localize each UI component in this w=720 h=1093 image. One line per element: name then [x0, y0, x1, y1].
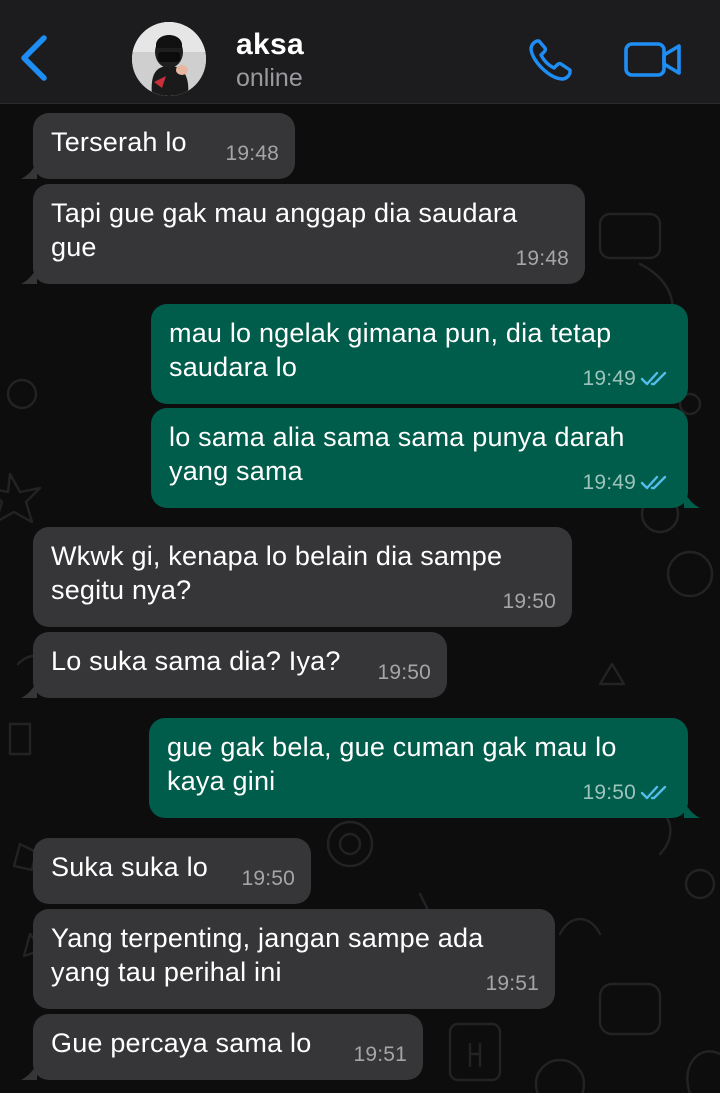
bubble-tail	[684, 802, 700, 818]
message-bubble-outgoing[interactable]: mau lo ngelak gimana pun, dia tetap saud…	[151, 304, 688, 404]
message-time: 19:48	[515, 247, 569, 270]
message-time: 19:50	[502, 590, 556, 613]
avatar-image	[132, 22, 206, 96]
message-bubble-incoming[interactable]: Tapi gue gak mau anggap dia saudara gue …	[21, 184, 585, 284]
video-camera-icon	[624, 42, 681, 77]
message-time: 19:50	[241, 867, 295, 890]
message-time: 19:50	[582, 781, 636, 804]
video-call-button[interactable]	[622, 38, 684, 82]
message-time: 19:49	[582, 367, 636, 390]
voice-call-button[interactable]	[526, 36, 578, 84]
phone-icon	[529, 39, 572, 81]
contact-status: online	[236, 64, 303, 92]
message-text: Lo suka sama dia? Iya?	[51, 646, 341, 676]
message-text: Tapi gue gak mau anggap dia saudara gue	[51, 198, 518, 262]
message-bubble-outgoing[interactable]: lo sama alia sama sama punya darah yang …	[151, 408, 700, 508]
bubble-tail	[684, 492, 700, 508]
message-time: 19:50	[377, 661, 431, 684]
message-bubble-incoming[interactable]: Wkwk gi, kenapa lo belain dia sampe segi…	[33, 527, 572, 627]
double-check-icon	[640, 785, 667, 800]
message-bubble-incoming[interactable]: Terserah lo 19:48	[21, 113, 295, 179]
message-bubble-incoming[interactable]: Gue percaya sama lo 19:51	[21, 1014, 423, 1080]
double-check-icon	[640, 475, 667, 490]
contact-avatar[interactable]	[132, 22, 206, 96]
message-bubble-incoming[interactable]: Yang terpenting, jangan sampe ada yang t…	[33, 909, 555, 1009]
message-bubble-incoming[interactable]: Lo suka sama dia? Iya? 19:50	[21, 632, 447, 698]
message-time: 19:51	[353, 1043, 407, 1066]
double-check-icon	[640, 371, 667, 386]
bubble-tail	[21, 163, 37, 179]
bubble-tail	[21, 682, 37, 698]
message-time: 19:51	[485, 972, 539, 995]
chevron-left-icon	[21, 35, 47, 81]
message-text: Wkwk gi, kenapa lo belain dia sampe segi…	[51, 541, 503, 605]
back-button[interactable]	[12, 30, 56, 86]
message-text: Yang terpenting, jangan sampe ada yang t…	[51, 923, 484, 987]
message-list[interactable]: Terserah lo 19:48 Tapi gue gak mau angga…	[0, 104, 720, 1093]
bubble-tail	[21, 268, 37, 284]
chat-header: aksa online	[0, 0, 720, 104]
message-text: Gue percaya sama lo	[51, 1028, 312, 1058]
contact-name[interactable]: aksa	[236, 28, 304, 62]
message-bubble-outgoing[interactable]: gue gak bela, gue cuman gak mau lo kaya …	[149, 718, 700, 818]
message-bubble-incoming[interactable]: Suka suka lo 19:50	[33, 838, 311, 904]
message-time: 19:48	[225, 142, 279, 165]
bubble-tail	[21, 1064, 37, 1080]
message-time: 19:49	[582, 471, 636, 494]
